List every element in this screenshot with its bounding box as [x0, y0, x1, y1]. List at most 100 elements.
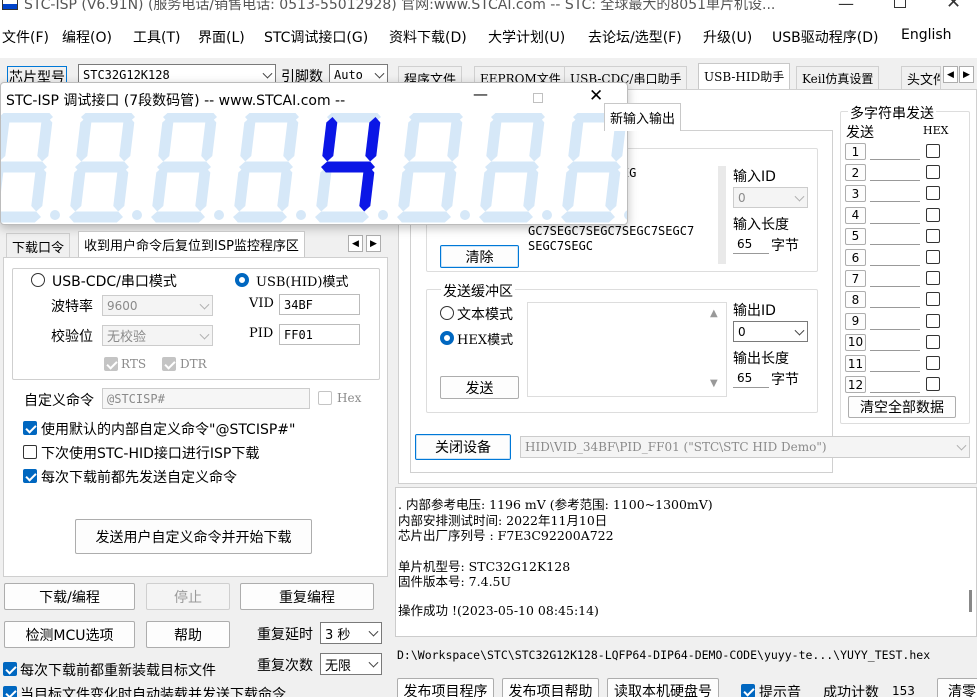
- tab-scroll-left-icon[interactable]: ◀: [943, 66, 958, 83]
- beep-checkbox[interactable]: [741, 684, 755, 697]
- publish-program-button[interactable]: 发布项目程序: [397, 678, 494, 697]
- menu-tools[interactable]: 工具(T): [133, 27, 180, 47]
- multi-send-row-button[interactable]: 8: [845, 291, 866, 309]
- tab-reset-isp[interactable]: 收到用户命令后复位到ISP监控程序区: [78, 231, 305, 257]
- help-button[interactable]: 帮助: [146, 621, 230, 648]
- multi-send-row-hex-checkbox[interactable]: [926, 313, 940, 328]
- multi-send-row-hex-checkbox[interactable]: [926, 186, 940, 201]
- hex-mode-radio[interactable]: [440, 331, 454, 345]
- stop-button[interactable]: 停止: [146, 583, 230, 610]
- tab-scroll-right-icon[interactable]: ▶: [959, 66, 974, 83]
- multi-send-row-input[interactable]: [870, 312, 920, 330]
- multi-send-row-input[interactable]: [870, 249, 920, 266]
- multi-send-row-button[interactable]: 9: [845, 312, 866, 330]
- send-buffer-text[interactable]: [527, 302, 727, 397]
- tab-keil[interactable]: Keil仿真设置: [796, 66, 880, 90]
- hid-mode-radio[interactable]: [235, 273, 249, 287]
- multi-send-row-button[interactable]: 11: [845, 355, 866, 372]
- cdc-mode-radio[interactable]: [31, 273, 45, 287]
- multi-send-row-button[interactable]: 12: [845, 376, 866, 394]
- multi-send-row-input[interactable]: [870, 291, 920, 309]
- scroll-up-icon[interactable]: ▲: [710, 308, 718, 319]
- hex-checkbox[interactable]: [318, 391, 332, 405]
- multi-send-row-hex-checkbox[interactable]: [926, 228, 940, 243]
- multi-send-row-button[interactable]: 5: [845, 227, 866, 245]
- multi-send-row-button[interactable]: 1: [845, 143, 866, 160]
- multi-send-row-hex-checkbox[interactable]: [926, 334, 940, 349]
- multi-send-row-input[interactable]: [870, 227, 920, 245]
- left-tab-scroll-right-icon[interactable]: ▶: [366, 235, 381, 252]
- seg-minimize-icon[interactable]: —: [473, 85, 488, 103]
- tab-new-io[interactable]: 新输入输出: [604, 103, 682, 131]
- menu-upgrade[interactable]: 升级(U): [703, 27, 752, 47]
- clear-count-button[interactable]: 清零: [937, 678, 977, 697]
- send-start-download-button[interactable]: 发送用户自定义命令并开始下载: [75, 519, 312, 554]
- custom-cmd-input[interactable]: @STCISP#: [102, 388, 310, 409]
- menu-docs[interactable]: 资料下载(D): [389, 27, 467, 47]
- multi-send-row-button[interactable]: 4: [845, 206, 866, 224]
- menu-debug[interactable]: STC调试接口(G): [264, 27, 368, 47]
- in-id-select[interactable]: 0: [733, 187, 808, 208]
- tab-usb-hid[interactable]: USB-HID助手: [698, 63, 791, 89]
- out-len-input[interactable]: 65: [733, 368, 769, 388]
- read-disk-button[interactable]: 读取本机硬盘号: [607, 678, 719, 697]
- multi-send-row-input[interactable]: [870, 355, 920, 372]
- multi-send-row-button[interactable]: 10: [845, 333, 866, 351]
- log-scrollbar[interactable]: [969, 590, 972, 612]
- publish-help-button[interactable]: 发布项目帮助: [502, 678, 599, 697]
- menu-program[interactable]: 编程(O): [62, 27, 112, 47]
- seg-close-icon[interactable]: ✕: [589, 86, 603, 106]
- recv-scrollbar[interactable]: [718, 166, 726, 264]
- text-mode-radio[interactable]: [440, 306, 454, 320]
- multi-send-row-input[interactable]: [870, 143, 920, 160]
- baud-select[interactable]: 9600: [102, 295, 213, 316]
- multi-send-row-button[interactable]: 2: [845, 164, 866, 182]
- clear-recv-button[interactable]: 清除: [440, 245, 519, 268]
- auto-load-checkbox[interactable]: [3, 686, 17, 697]
- parity-select[interactable]: 无校验: [102, 325, 213, 346]
- menu-forum[interactable]: 去论坛/选型(F): [588, 27, 682, 47]
- multi-send-row-hex-checkbox[interactable]: [926, 165, 940, 180]
- multi-send-row-input[interactable]: [870, 206, 920, 224]
- multi-send-row-button[interactable]: 3: [845, 185, 866, 203]
- opt-default-cmd-checkbox[interactable]: [23, 421, 37, 435]
- seg-maximize-icon[interactable]: [533, 93, 543, 103]
- multi-send-row-input[interactable]: [870, 333, 920, 351]
- reload-file-checkbox[interactable]: [3, 662, 17, 676]
- out-id-select[interactable]: 0: [733, 321, 808, 342]
- multi-send-row-button[interactable]: 7: [845, 270, 866, 288]
- device-select[interactable]: HID\VID_34BF\PID_FF01 ("STC\STC HID Demo…: [520, 436, 970, 458]
- multi-send-row-hex-checkbox[interactable]: [926, 356, 940, 370]
- close-device-button[interactable]: 关闭设备: [415, 434, 511, 460]
- vid-input[interactable]: 34BF: [279, 294, 360, 315]
- multi-send-row-hex-checkbox[interactable]: [926, 250, 940, 264]
- menu-usb-driver[interactable]: USB驱动程序(D): [772, 27, 878, 47]
- left-tab-scroll-left-icon[interactable]: ◀: [348, 235, 363, 252]
- multi-send-row-button[interactable]: 6: [845, 249, 866, 266]
- multi-send-row-hex-checkbox[interactable]: [926, 271, 940, 286]
- tab-download-password[interactable]: 下载口令: [6, 233, 71, 259]
- delay-select[interactable]: 3 秒: [320, 622, 382, 644]
- multi-send-row-input[interactable]: [870, 376, 920, 394]
- menu-english[interactable]: English: [901, 27, 952, 43]
- multi-send-row-hex-checkbox[interactable]: [926, 207, 940, 222]
- download-button[interactable]: 下载/编程: [4, 583, 135, 610]
- multi-send-row-hex-checkbox[interactable]: [926, 292, 940, 307]
- opt-send-cmd-checkbox[interactable]: [23, 469, 37, 483]
- multi-send-row-hex-checkbox[interactable]: [926, 144, 940, 158]
- reprogram-button[interactable]: 重复编程: [240, 583, 374, 610]
- multi-send-row-hex-checkbox[interactable]: [926, 377, 940, 392]
- close-icon[interactable]: ✕: [946, 0, 961, 13]
- menu-file[interactable]: 文件(F): [2, 27, 49, 47]
- multi-send-row-input[interactable]: [870, 185, 920, 203]
- maximize-icon[interactable]: [894, 0, 906, 8]
- menu-university[interactable]: 大学计划(U): [488, 27, 565, 47]
- minimize-icon[interactable]: —: [838, 0, 854, 13]
- clear-all-button[interactable]: 清空全部数据: [848, 396, 956, 418]
- check-mcu-button[interactable]: 检测MCU选项: [4, 621, 135, 648]
- send-button[interactable]: 发送: [440, 376, 519, 399]
- pid-input[interactable]: FF01: [279, 324, 360, 345]
- tab-header-file[interactable]: 头文件: [901, 66, 941, 90]
- count-select[interactable]: 无限: [320, 653, 382, 675]
- menu-interface[interactable]: 界面(L): [198, 27, 245, 47]
